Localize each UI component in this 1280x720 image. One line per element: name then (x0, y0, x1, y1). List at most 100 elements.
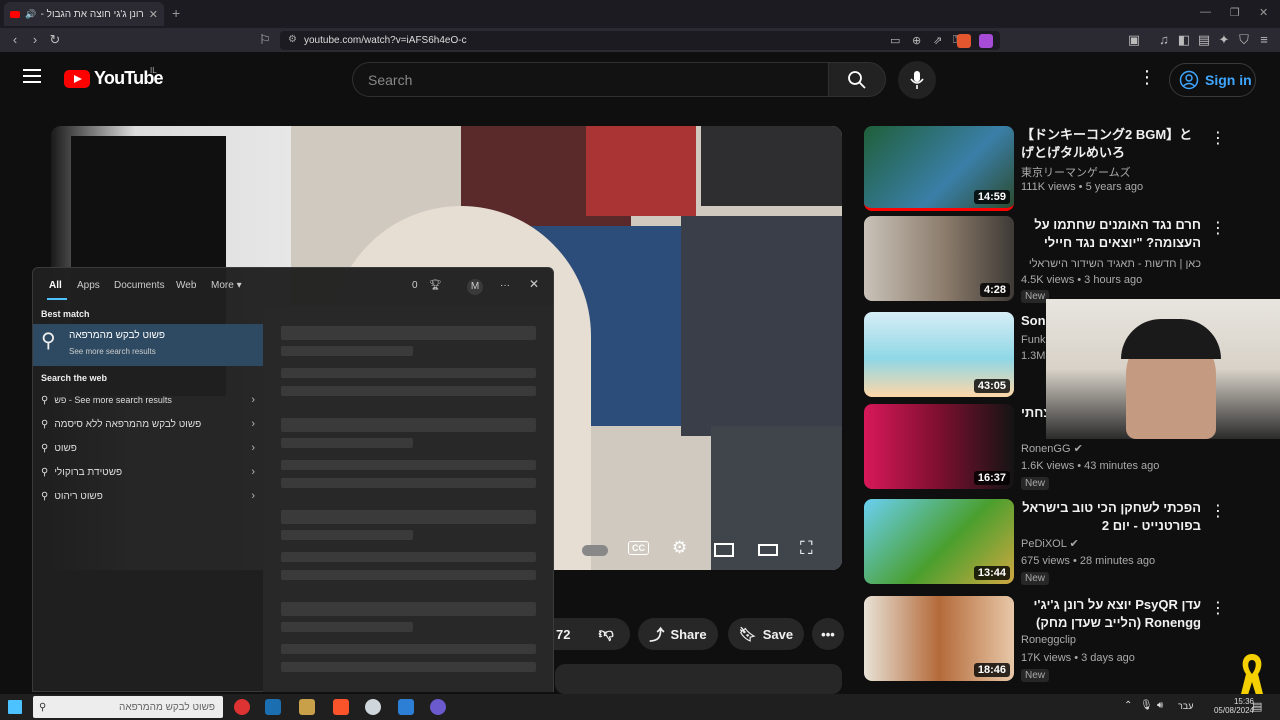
steam-icon[interactable] (265, 699, 281, 715)
settings-gear-icon[interactable]: ⚙ (672, 538, 687, 558)
video-thumbnail[interactable]: 13:44 (864, 499, 1014, 584)
recommendation-item[interactable]: 14:59 【ドンキーコング2 BGM】とげとげタルめいろ 東京リーマンゲームズ… (864, 126, 1226, 211)
captions-icon[interactable]: CC (628, 541, 649, 555)
maximize-icon[interactable]: ❐ (1230, 6, 1240, 19)
like-count[interactable]: 72 (556, 627, 570, 642)
autoplay-toggle[interactable] (582, 545, 608, 556)
tab-documents[interactable]: Documents (114, 280, 165, 291)
fullscreen-icon[interactable]: ⛶ (800, 538, 813, 559)
close-icon[interactable]: ✕ (529, 277, 539, 291)
site-info-icon[interactable]: ⚙ (288, 34, 297, 45)
app-icon[interactable] (365, 699, 381, 715)
browser-tab[interactable]: 🔊 רונן ג'גי חוצה את הגבול - YouTube ✕ (4, 2, 164, 26)
recommendation-item[interactable]: 13:44 הפכתי לשחקן הכי טוב בישראל בפורטני… (864, 499, 1226, 585)
clock[interactable]: 15:36 05/08/2024 (1214, 697, 1254, 715)
mic-tray-icon[interactable]: 🎙︎ (1140, 700, 1153, 711)
theater-mode-icon[interactable] (758, 544, 778, 556)
settings-kebab-icon[interactable]: ⋮ (1138, 67, 1156, 88)
best-match-item[interactable]: ⚲ פשוט לבקש מהמרפאה See more search resu… (33, 324, 263, 366)
new-tab-button[interactable]: + (172, 5, 180, 21)
channel-name[interactable]: Roneggclip (1021, 634, 1076, 646)
app-icon[interactable] (299, 699, 315, 715)
close-tab-icon[interactable]: ✕ (149, 8, 158, 21)
screen-icon[interactable]: ▭ (890, 34, 900, 47)
channel-name[interactable]: 東京リーマンゲームズ (1021, 164, 1131, 180)
tray-chevron-icon[interactable]: ⌃ (1124, 700, 1132, 711)
search-input[interactable]: Search (352, 62, 828, 97)
video-thumbnail[interactable]: 4:28 (864, 216, 1014, 301)
notification-icon[interactable]: ▤ (1252, 700, 1262, 713)
web-result-item[interactable]: ⚲ פשוט לבקש מהמרפאה ללא סיסמה › (41, 415, 255, 433)
item-kebab-icon[interactable]: ⋮ (1210, 128, 1226, 148)
search-icon: ⚲ (41, 490, 49, 502)
app-icon[interactable] (398, 699, 414, 715)
video-thumbnail[interactable]: 43:05 (864, 312, 1014, 397)
voice-search-button[interactable] (898, 61, 936, 99)
sidebar-icon[interactable]: ▣ (1126, 32, 1142, 48)
web-result-item[interactable]: ⚲ פש - See more search results › (41, 391, 255, 409)
wallet-icon[interactable]: ▤ (1196, 32, 1212, 48)
video-thumbnail[interactable]: 18:46 (864, 596, 1014, 681)
more-actions-button[interactable]: ••• (812, 618, 844, 650)
obs-icon[interactable] (430, 699, 446, 715)
video-title[interactable]: 【ドンキーコング2 BGM】とげとげタルめいろ (1021, 126, 1201, 162)
reload-icon[interactable]: ↻ (47, 32, 63, 48)
forward-icon[interactable]: › (27, 32, 43, 47)
tab-more[interactable]: More ▾ (211, 280, 242, 291)
minimize-icon[interactable]: — (1200, 6, 1211, 18)
trophy-icon[interactable]: 🏆︎ (429, 280, 442, 291)
channel-name[interactable]: PeDiXOL ✔ (1021, 537, 1079, 550)
brave-rewards-icon[interactable] (979, 34, 993, 48)
reader-icon[interactable]: ◧ (1176, 32, 1192, 48)
item-kebab-icon[interactable]: ⋮ (1210, 501, 1226, 521)
close-window-icon[interactable]: ✕ (1259, 6, 1268, 19)
media-icon[interactable]: ♫ (1156, 32, 1172, 47)
video-title[interactable]: הפכתי לשחקן הכי טוב בישראל בפורטנייט - י… (1021, 499, 1201, 535)
more-options-icon[interactable]: ··· (500, 280, 510, 291)
video-title[interactable]: עדן PsyQR יוצא על רונן ג'יג'י Ronengg (ה… (1021, 596, 1202, 632)
sign-in-button[interactable]: Sign in (1169, 63, 1256, 97)
taskbar-search-input[interactable]: ⚲ פשוט לבקש מהמרפאה (33, 696, 223, 718)
vpn-icon[interactable]: ⛉ (1236, 32, 1252, 48)
share-icon[interactable]: ⇗ (933, 34, 942, 47)
channel-name[interactable]: Funk (1021, 334, 1045, 346)
description-box[interactable] (555, 664, 842, 694)
channel-name[interactable]: RonenGG ✔ (1021, 442, 1083, 455)
web-result-item[interactable]: ⚲ פשוט ריהוט › (41, 487, 255, 505)
miniplayer-icon[interactable] (714, 543, 734, 557)
video-title[interactable]: חרם נגד האומנים שחתמו על העצומה? "יוצאים… (1021, 216, 1201, 252)
dislike-icon[interactable]: 👎︎ (598, 625, 613, 643)
web-result-item[interactable]: ⚲ פשטידת ברוקולי › (41, 463, 255, 481)
language-indicator[interactable]: עבר (1178, 701, 1193, 711)
search-button[interactable] (828, 62, 886, 97)
volume-icon[interactable]: 🔊︎ (1157, 700, 1163, 711)
brave-icon[interactable] (333, 699, 349, 715)
account-avatar[interactable]: M (467, 279, 483, 295)
youtube-logo[interactable]: YouTube IL (64, 66, 164, 89)
video-thumbnail[interactable]: 16:37 (864, 404, 1014, 489)
web-result-item[interactable]: ⚲ פשוט › (41, 439, 255, 457)
speaker-icon[interactable]: 🔊 (25, 9, 36, 20)
windows-start-icon[interactable] (8, 700, 22, 714)
menu-icon[interactable]: ≡ (1256, 32, 1272, 47)
hamburger-menu-icon[interactable] (23, 69, 41, 83)
tab-web[interactable]: Web (176, 280, 196, 291)
windows-search-panel: All Apps Documents Web More ▾ 0 🏆︎ M ···… (32, 267, 554, 692)
brave-shields-icon[interactable] (957, 34, 971, 48)
recommendation-item[interactable]: 4:28 חרם נגד האומנים שחתמו על העצומה? "י… (864, 216, 1226, 303)
video-thumbnail[interactable]: 14:59 (864, 126, 1014, 211)
channel-name[interactable]: כאן | חדשות - תאגיד השידור הישראלי (1021, 258, 1201, 270)
tab-apps[interactable]: Apps (77, 280, 100, 291)
item-kebab-icon[interactable]: ⋮ (1210, 598, 1226, 618)
save-button[interactable]: 🔖︎ Save (728, 618, 804, 650)
bookmark-icon[interactable]: ⚐ (257, 32, 273, 48)
item-kebab-icon[interactable]: ⋮ (1210, 218, 1226, 238)
back-icon[interactable]: ‹ (7, 32, 23, 47)
share-button[interactable]: ⤴ Share (638, 618, 718, 650)
recommendation-item[interactable]: 18:46 עדן PsyQR יוצא על רונן ג'יג'י Rone… (864, 596, 1226, 682)
address-bar[interactable]: ⚙ youtube.com/watch?v=iAFS6h4eO-c ▭ ⊕ ⇗ … (280, 31, 1000, 50)
leo-icon[interactable]: ✦ (1216, 32, 1232, 48)
tab-all[interactable]: All (49, 280, 62, 291)
zoom-icon[interactable]: ⊕ (912, 34, 921, 47)
app-icon[interactable] (234, 699, 250, 715)
